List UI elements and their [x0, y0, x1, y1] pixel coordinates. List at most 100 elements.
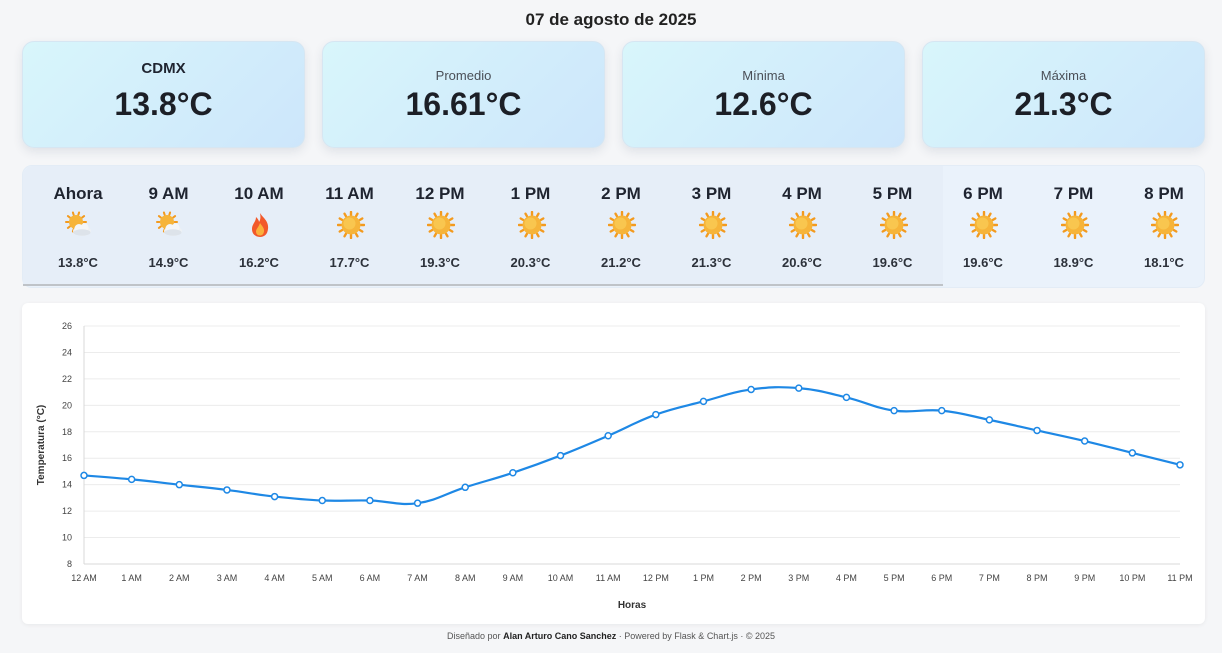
card-minimum-value: 12.6°C [714, 86, 813, 122]
hourly-item-hour: 3 PM [691, 184, 732, 203]
hourly-item-temp: 18.1°C [1144, 255, 1184, 270]
x-tick-label: 9 AM [503, 573, 524, 583]
x-tick-label: 4 PM [836, 573, 857, 583]
partly-cloudy-icon [65, 211, 93, 239]
card-maximum-label: Máxima [1040, 68, 1087, 83]
x-tick-label: 4 AM [264, 573, 285, 583]
hourly-item-hour: 11 AM [325, 184, 374, 203]
data-point [652, 410, 660, 419]
x-tick-label: 8 AM [455, 573, 476, 583]
card-city: CDMX 13.8°C [22, 41, 305, 148]
hourly-item: 4 PM 20.6°C [757, 166, 847, 284]
hourly-item: 2 PM 21.2°C [576, 166, 666, 284]
footer-prefix: Diseñado por [447, 631, 501, 641]
data-point [127, 475, 136, 484]
hourly-item: 9 AM 14.9°C [124, 166, 214, 284]
card-city-label: CDMX [141, 60, 186, 77]
sun-icon [517, 210, 546, 240]
x-tick-label: 7 PM [979, 573, 1000, 583]
hourly-item-hour: 8 PM [1144, 184, 1184, 203]
x-tick-label: 2 AM [169, 573, 190, 583]
sun-icon [1150, 210, 1180, 240]
hourly-item-temp: 19.6°C [963, 255, 1003, 270]
card-maximum-value: 21.3°C [1014, 86, 1113, 122]
hourly-item-hour: 4 PM [782, 184, 822, 203]
hourly-item-hour: 5 PM [872, 184, 913, 203]
hourly-item-temp: 18.9°C [1053, 255, 1094, 270]
card-minimum: Mínima 12.6°C [622, 41, 905, 148]
data-point [604, 431, 612, 440]
hourly-item: 1 PM 20.3°C [486, 166, 576, 284]
hourly-item-temp: 19.6°C [872, 255, 913, 270]
y-tick-label: 12 [62, 506, 72, 516]
x-tick-label: 12 AM [71, 573, 97, 583]
hourly-item-temp: 20.3°C [510, 255, 551, 270]
hourly-forecast[interactable]: Ahora 13.8°C 9 AM 14.9°C 10 AM 16.2°C 11 AM 17.… [22, 165, 1205, 288]
y-tick-label: 26 [62, 321, 72, 331]
y-tick-label: 14 [62, 480, 72, 490]
data-point [890, 406, 898, 415]
data-point [270, 492, 279, 501]
y-tick-label: 8 [67, 559, 72, 569]
page-title: 07 de agosto de 2025 [525, 10, 697, 29]
x-tick-label: 5 PM [884, 573, 905, 583]
x-tick-label: 7 AM [407, 573, 428, 583]
x-tick-label: 5 AM [312, 573, 333, 583]
data-point [842, 393, 851, 402]
data-point [223, 486, 231, 494]
x-tick-label: 10 AM [548, 573, 574, 583]
card-minimum-label: Mínima [742, 68, 785, 83]
hourly-item: 8 PM 18.1°C [1119, 166, 1209, 284]
data-point [461, 483, 469, 492]
data-point [937, 406, 946, 415]
x-tick-label: 1 PM [693, 573, 714, 583]
x-tick-label: 11 PM [1167, 573, 1192, 583]
hourly-item: 10 AM 16.2°C [214, 166, 304, 284]
x-tick-label: 2 PM [741, 573, 762, 583]
summary-cards: CDMX 13.8°C Promedio 16.61°C Mínima 12.6… [22, 41, 1205, 148]
y-tick-label: 10 [62, 533, 72, 543]
y-tick-label: 24 [62, 347, 72, 357]
hourly-item-temp: 21.3°C [691, 255, 732, 270]
card-average: Promedio 16.61°C [322, 41, 605, 148]
data-point [795, 384, 803, 392]
sun-icon [336, 210, 365, 240]
y-tick-label: 18 [62, 427, 72, 437]
temperature-chart-svg: 8 10 12 14 16 18 20 22 24 26 12 AM 1 AM 2 AM 3 AM 4 AM… [36, 321, 1193, 611]
hourly-item-hour: 9 AM [148, 184, 189, 203]
data-point [80, 471, 88, 480]
hourly-item-hour: 10 AM [234, 184, 284, 203]
hourly-item-temp: 17.7°C [329, 255, 370, 270]
y-tick-label: 16 [62, 453, 72, 463]
x-tick-label: 6 AM [360, 573, 381, 583]
data-point [413, 499, 422, 507]
temperature-line [83, 386, 1181, 506]
x-tick-label: 1 AM [121, 573, 142, 583]
card-average-label: Promedio [435, 68, 492, 83]
y-axis-title: Temperatura (°C) [36, 405, 47, 486]
hourly-item-hour: 2 PM [601, 184, 641, 203]
hourly-item: 3 PM 21.3°C [667, 166, 757, 284]
sun-icon [879, 210, 908, 240]
sun-icon [698, 210, 727, 240]
x-axis-title: Horas [618, 600, 647, 611]
fire-icon [246, 211, 274, 239]
hourly-item-temp: 13.8°C [58, 255, 98, 270]
data-point [509, 469, 517, 477]
data-point [366, 496, 374, 505]
data-point [318, 496, 327, 505]
footer-suffix: · Powered by Flask & Chart.js · © 2025 [618, 631, 775, 641]
y-tick-label: 20 [62, 400, 72, 410]
hourly-item-hour: 12 PM [415, 184, 465, 203]
hourly-item-hour: 6 PM [963, 184, 1003, 203]
hourly-item-hour: 7 PM [1053, 184, 1094, 203]
partly-cloudy-icon [155, 211, 184, 239]
x-tick-label: 9 PM [1074, 573, 1095, 583]
hourly-scrollbar[interactable] [23, 284, 943, 286]
data-point [556, 451, 565, 460]
x-tick-label: 8 PM [1027, 573, 1048, 583]
x-tick-label: 3 PM [788, 573, 809, 583]
data-point [1080, 437, 1089, 445]
sun-icon [1060, 210, 1089, 240]
card-city-value: 13.8°C [114, 86, 213, 122]
